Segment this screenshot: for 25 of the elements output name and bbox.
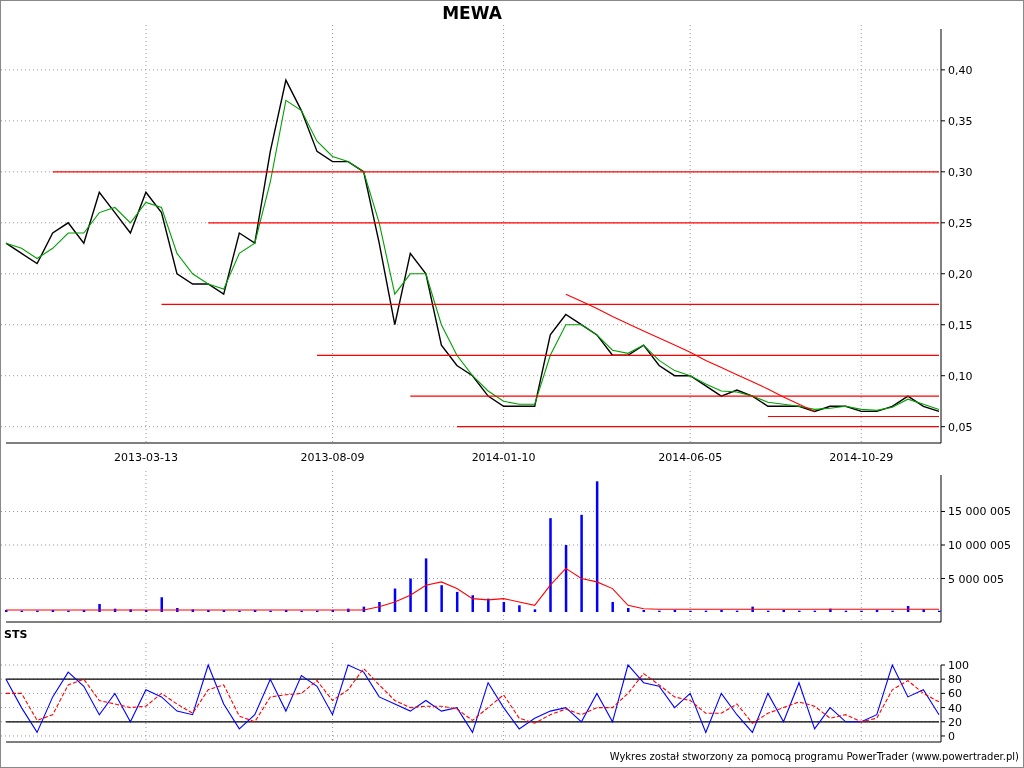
axis-label: 40 [948,701,962,715]
footer-text: Wykres został stworzony za pomocą programu PowerTrader (www.powertrader.pl) [608,750,1020,764]
indicator-label: STS [3,627,29,643]
axis-label: 2014-06-05 [658,451,723,464]
axis-label: 100 [948,659,969,672]
axis-label: 15 000 005 [948,505,1011,519]
axis-label: 0,15 [948,318,973,332]
axis-label: 0,40 [948,63,973,77]
axis-label: 2014-01-10 [471,451,536,464]
axis-label: 2014-10-29 [829,451,894,464]
axis-label: 0,35 [948,114,973,128]
axis-label: 0,30 [948,165,973,179]
axis-label: 60 [948,687,962,701]
axis-label: 0,05 [948,420,973,434]
axis-label: 2013-03-13 [114,451,178,464]
axis-label: 0,20 [948,267,973,281]
axis-label: 80 [948,673,962,687]
axis-label: 20 [948,715,962,729]
axis-label: 0,25 [948,216,973,230]
axis-label: 0 [948,729,955,743]
chart-title: MEWA [441,2,503,25]
axis-label: 2013-08-09 [300,451,365,464]
axis-label: 0,10 [948,369,973,383]
axis-label: 5 000 005 [948,572,1004,586]
axis-label: 10 000 005 [948,539,1011,552]
